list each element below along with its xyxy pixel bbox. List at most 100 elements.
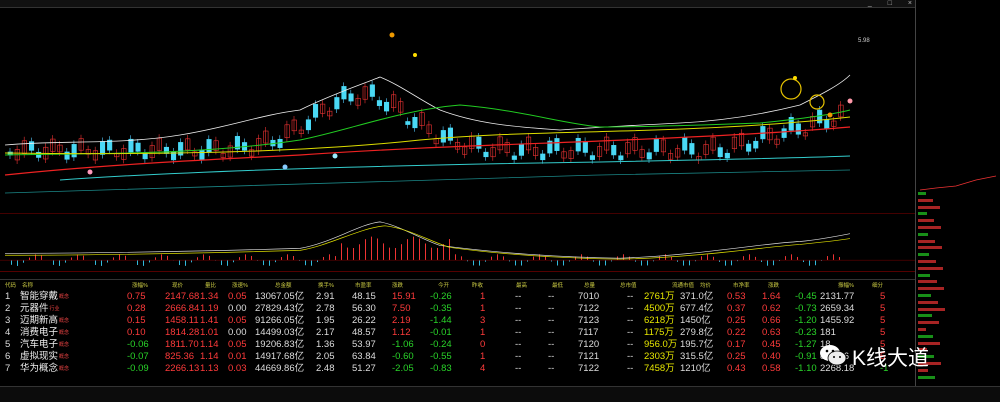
sub-indicator-chart[interactable] [0, 213, 915, 271]
col-header[interactable]: 最低 [552, 281, 563, 289]
cell-name[interactable]: 消费电子概念 [20, 327, 69, 339]
table-row[interactable]: 6 -0.07 825.36 1.14 0.01 14917.68亿 2.05 63.84 -0… [0, 351, 915, 363]
candlestick-chart[interactable]: 5.98 [0, 15, 915, 213]
cell-name[interactable]: 汽车电子概念 [20, 339, 69, 351]
candle-body [64, 151, 70, 160]
sub-bars [11, 236, 840, 266]
cell-pe: 48.15 [352, 291, 376, 302]
sub-bar [797, 256, 798, 261]
close-button[interactable]: × [908, 0, 912, 7]
candle-body [135, 142, 141, 152]
cell-code: 7117 [578, 327, 599, 338]
cell-vol: 2761万 [644, 291, 675, 302]
cell-b: 1.64 [762, 291, 781, 302]
cell-vr: 1.14 [200, 351, 219, 362]
sub-bar [107, 260, 108, 263]
col-header[interactable]: 市盈率 [355, 281, 372, 289]
sub-bar [233, 260, 234, 263]
col-header[interactable]: 流通市值 [672, 281, 694, 289]
cell-d2: -- [548, 327, 555, 338]
col-header[interactable]: 总量 [584, 281, 595, 289]
cell-name[interactable]: 华为概念概念 [20, 363, 69, 375]
cell-vr: 1.19 [200, 303, 219, 314]
col-header[interactable]: 名称 [22, 281, 33, 289]
col-header[interactable]: 涨跌 [768, 281, 779, 289]
cell-vol: 4500万 [644, 303, 675, 314]
sub-bar [491, 256, 492, 261]
table-row[interactable]: 2 0.28 2666.84 1.19 0.00 27829.43亿 2.78 56.30 7.… [0, 303, 915, 315]
minimize-button[interactable]: _ [868, 0, 872, 7]
cell-idx: 4 [5, 327, 11, 338]
sub-bar [389, 247, 390, 261]
sub-bar [287, 254, 288, 261]
cell-pe: 48.57 [352, 327, 376, 338]
maximize-button[interactable]: □ [888, 0, 892, 7]
trade-tick-row [918, 374, 999, 381]
col-header[interactable]: 最高 [516, 281, 527, 289]
cell-chg2: -0.01 [430, 327, 452, 338]
cell-code: 7010 [578, 291, 600, 302]
col-header[interactable]: 总市值 [620, 281, 637, 289]
table-row[interactable]: 1 0.75 2147.68 1.34 0.05 13067.05亿 2.91 48.15 15… [0, 291, 915, 303]
sub-bar [725, 260, 726, 266]
sector-tag: 概念 [59, 294, 70, 300]
col-header[interactable]: 涨跌 [392, 281, 403, 289]
sector-tag: 行业 [49, 306, 60, 312]
sector-tag: 概念 [59, 366, 70, 372]
cell-price: 2266.13 [165, 363, 200, 374]
signal-dot [827, 112, 833, 118]
col-header[interactable]: 均价 [700, 281, 711, 289]
cell-d2: -- [548, 291, 555, 302]
col-header[interactable]: 总金额 [275, 281, 292, 289]
col-header[interactable]: 振幅% [838, 281, 854, 289]
cell-name[interactable]: 元器件行业 [20, 303, 60, 315]
col-header[interactable]: 量比 [205, 281, 216, 289]
candles [7, 80, 844, 164]
col-header[interactable]: 涨幅% [132, 281, 148, 289]
bottom-bar [0, 386, 1000, 402]
table-row[interactable]: 5 -0.06 1811.70 1.14 0.05 19206.83亿 1.36 53.97 -… [0, 339, 915, 351]
candle-body [142, 152, 148, 160]
table-row[interactable]: 4 0.10 1814.28 1.01 0.00 14499.03亿 2.17 48.57 1.… [0, 327, 915, 339]
col-header[interactable]: 涨速% [232, 281, 248, 289]
col-header[interactable]: 市净率 [733, 281, 750, 289]
sub-bar [137, 260, 138, 265]
sub-line-yellow [4, 225, 851, 260]
col-header[interactable]: 代码 [5, 281, 16, 289]
candle-body [646, 152, 652, 160]
cell-pe: 51.27 [352, 363, 376, 374]
col-header[interactable]: 换手% [318, 281, 334, 289]
cell-name[interactable]: 智能穿戴概念 [20, 291, 69, 303]
sub-bar [479, 260, 480, 266]
cell-c: -0.23 [795, 327, 817, 338]
candle-body [575, 137, 581, 152]
right-quote-panel [915, 0, 1000, 386]
cell-ups: 4 [480, 363, 486, 374]
cell-amount: 14499.03亿 [255, 327, 305, 338]
sub-bar [683, 260, 684, 266]
cell-cap: 677.4亿 [680, 303, 714, 314]
table-row[interactable]: 3 0.15 1458.11 1.41 0.05 91266.05亿 1.95 26.22 2.… [0, 315, 915, 327]
watermark-text: K线大道 [852, 347, 930, 370]
candle-body [611, 145, 617, 156]
sub-bar [749, 254, 750, 261]
cell-name[interactable]: 虚拟现实概念 [20, 351, 69, 363]
cell-ups: 0 [480, 339, 486, 350]
signal-dot [282, 164, 288, 170]
col-header[interactable]: 现价 [172, 281, 183, 289]
cell-name[interactable]: 迈期新高概念 [20, 315, 69, 327]
cell-n: 5 [880, 303, 886, 314]
sub-bar [191, 260, 192, 263]
col-header[interactable]: 细分 [872, 281, 883, 289]
sub-bar [419, 238, 420, 261]
sub-bar [179, 260, 180, 266]
col-header[interactable]: 今开 [438, 281, 449, 289]
cell-d2: -- [548, 303, 555, 314]
col-header[interactable]: 昨收 [472, 281, 483, 289]
sub-bar [155, 257, 156, 261]
candle-body [746, 143, 752, 152]
sub-bar [557, 260, 558, 266]
table-row[interactable]: 7 -0.09 2266.13 1.13 0.03 44669.86亿 2.48 51.27 -… [0, 363, 915, 375]
cell-ups: 1 [480, 327, 486, 338]
cell-c: -0.73 [795, 303, 817, 314]
